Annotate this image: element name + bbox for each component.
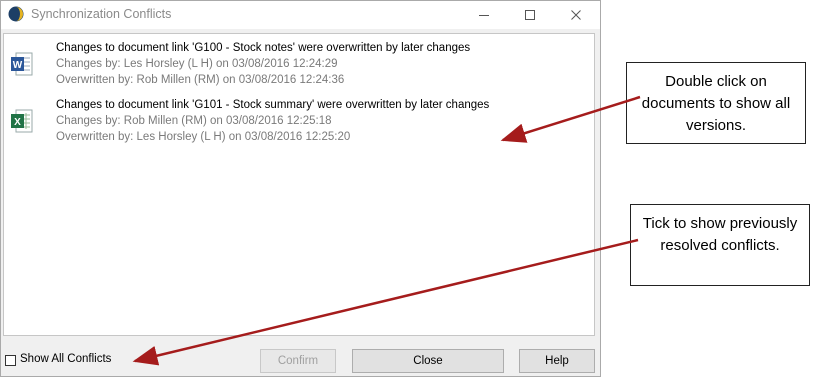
excel-document-icon: X	[11, 109, 33, 133]
close-icon	[571, 10, 581, 20]
close-button[interactable]: Close	[352, 349, 504, 373]
minimize-icon	[479, 15, 489, 16]
app-logo-icon	[8, 6, 24, 22]
synchronization-conflicts-dialog: Synchronization Conflicts W Changes to d…	[0, 0, 601, 377]
conflict-item[interactable]: W Changes to document link 'G100 - Stock…	[4, 40, 594, 94]
conflict-headline: Changes to document link 'G100 - Stock n…	[56, 42, 471, 54]
confirm-button[interactable]: Confirm	[260, 349, 336, 373]
dialog-footer: Show All Conflicts Confirm Close Help	[1, 343, 600, 376]
conflict-item[interactable]: X Changes to document link 'G101 - Stock…	[4, 97, 594, 151]
conflict-changes-by: Changes by: Rob Millen (RM) on 03/08/201…	[56, 115, 332, 127]
conflict-overwritten-by: Overwritten by: Rob Millen (RM) on 03/08…	[56, 74, 345, 86]
conflict-changes-by: Changes by: Les Horsley (L H) on 03/08/2…	[56, 58, 338, 70]
close-window-button[interactable]	[554, 1, 598, 29]
window-title: Synchronization Conflicts	[31, 7, 172, 21]
conflicts-list[interactable]: W Changes to document link 'G100 - Stock…	[3, 33, 595, 336]
maximize-button[interactable]	[508, 1, 552, 29]
conflict-overwritten-by: Overwritten by: Les Horsley (L H) on 03/…	[56, 131, 351, 143]
word-document-icon: W	[11, 52, 33, 76]
maximize-icon	[525, 10, 535, 20]
conflict-headline: Changes to document link 'G101 - Stock s…	[56, 99, 490, 111]
title-bar: Synchronization Conflicts	[1, 1, 600, 29]
help-button[interactable]: Help	[519, 349, 595, 373]
show-all-conflicts-label[interactable]: Show All Conflicts	[20, 353, 111, 365]
callout-documents: Double click on documents to show all ve…	[626, 62, 806, 144]
callout-resolved: Tick to show previously resolved conflic…	[630, 204, 810, 286]
show-all-conflicts-checkbox[interactable]	[5, 355, 16, 366]
svg-text:X: X	[14, 117, 21, 128]
dialog-content: W Changes to document link 'G100 - Stock…	[1, 29, 600, 376]
svg-text:W: W	[13, 60, 23, 71]
minimize-button[interactable]	[462, 1, 506, 29]
